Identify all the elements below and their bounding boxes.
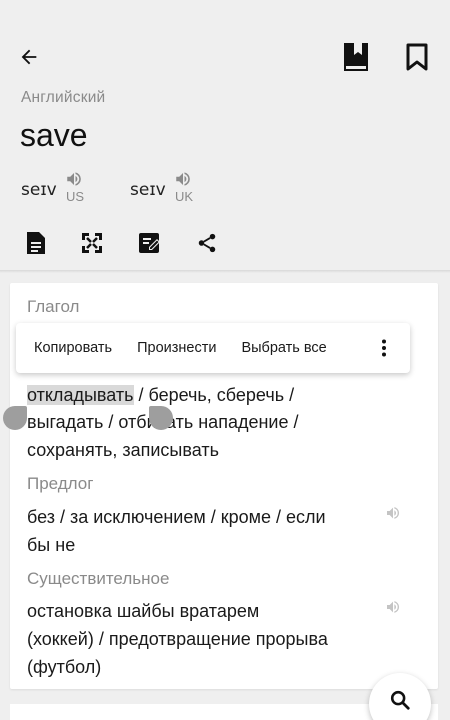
noun-translation-line2[interactable]: (хоккей) / предотвращение прорыва [27,625,328,653]
copy-menu-item[interactable]: Копировать [34,340,112,356]
speaker-uk-icon[interactable] [173,170,193,188]
headword: save [20,117,88,153]
back-arrow-icon[interactable] [18,46,40,68]
selection-start-handle[interactable] [3,406,27,430]
selected-text[interactable]: откладывать [27,385,134,405]
share-icon[interactable] [196,232,218,254]
bookmark-icon[interactable] [406,43,428,71]
speak-menu-item[interactable]: Произнести [137,340,216,356]
pronunciation-us-region: US [66,189,85,204]
source-language: Английский [21,89,106,106]
noun-translation-line1[interactable]: остановка шайбы вратарем [27,597,259,625]
selection-end-handle[interactable] [149,406,173,430]
verb-translation-line1[interactable]: откладывать / беречь, сберечь / [27,381,294,409]
pronunciation-uk-region: UK [175,189,194,204]
document-icon[interactable] [25,231,47,255]
pos-verb: Глагол [27,297,80,316]
pronunciation-uk-ipa: seɪv [130,180,166,200]
pos-preposition: Предлог [27,474,94,493]
pos-noun: Существительное [27,569,170,588]
speaker-noun-icon[interactable] [384,599,402,615]
select-all-menu-item[interactable]: Выбрать все [241,340,326,356]
text-selection-menu: Копировать Произнести Выбрать все [16,323,410,373]
more-vert-icon[interactable] [377,339,391,357]
fullscreen-icon[interactable] [81,232,103,254]
search-icon [389,689,411,711]
speaker-preposition-icon[interactable] [384,505,402,521]
header-divider [0,270,450,273]
speaker-us-icon[interactable] [64,170,84,188]
preposition-translation-line2[interactable]: бы не [27,531,75,559]
verb-translation-line3[interactable]: сохранять, записывать [27,436,219,464]
edit-note-icon[interactable] [138,231,162,255]
preposition-translation-line1[interactable]: без / за исключением / кроме / если [27,503,326,531]
pronunciation-us-ipa: seɪv [21,180,57,200]
bookmark-book-icon[interactable] [343,42,369,72]
noun-translation-line3[interactable]: (футбол) [27,653,101,681]
